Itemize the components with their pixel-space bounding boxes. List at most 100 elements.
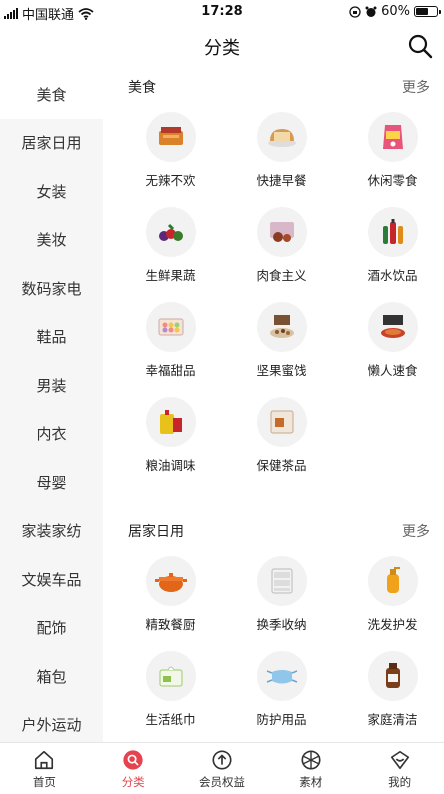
sidebar-item[interactable]: 美食 bbox=[0, 70, 103, 119]
sidebar-item[interactable]: 男装 bbox=[0, 361, 103, 410]
cooking-oil-icon bbox=[145, 397, 196, 447]
sidebar-item-label: 美食 bbox=[36, 85, 67, 104]
category-item[interactable]: 无辣不欢 bbox=[115, 104, 226, 199]
category-item[interactable]: 洗发护发 bbox=[337, 548, 444, 643]
sidebar-item-label: 文娱车品 bbox=[21, 570, 82, 589]
page-title: 分类 bbox=[204, 38, 240, 59]
material-icon bbox=[301, 750, 321, 770]
status-bar: 中国联通 17:28 60% bbox=[0, 0, 444, 24]
sidebar-item[interactable]: 居家日用 bbox=[0, 119, 103, 168]
category-item[interactable]: 换季收纳 bbox=[226, 548, 337, 643]
sidebar-item-label: 内衣 bbox=[36, 425, 67, 444]
category-item[interactable]: 保健茶品 bbox=[226, 389, 337, 484]
search-icon[interactable] bbox=[406, 32, 434, 60]
sidebar-item[interactable]: 数码家电 bbox=[0, 264, 103, 313]
bottom-tab-bar: 首页 分类 会员权益 素材 我的 bbox=[0, 742, 444, 794]
section-header: 美食 更多 bbox=[103, 70, 444, 104]
category-item-label: 无辣不欢 bbox=[145, 173, 196, 188]
category-icon bbox=[123, 750, 143, 770]
category-item-label: 生活纸巾 bbox=[145, 712, 196, 727]
dessert-icon bbox=[145, 302, 196, 352]
category-item-label: 幸福甜品 bbox=[145, 363, 196, 378]
sidebar-item-label: 数码家电 bbox=[21, 279, 82, 298]
sidebar-item-label: 美妆 bbox=[36, 231, 67, 250]
sidebar-item[interactable]: 文娱车品 bbox=[0, 555, 103, 604]
category-item[interactable]: 酒水饮品 bbox=[337, 199, 444, 294]
category-item[interactable]: 生鲜果蔬 bbox=[115, 199, 226, 294]
tissue-icon bbox=[145, 651, 196, 701]
category-item[interactable]: 肉食主义 bbox=[226, 199, 337, 294]
category-content: 美食 更多 无辣不欢 快捷早餐 休闲零食 生鲜果蔬 肉食主义 酒水饮品 幸福甜品 坚果蜜饯 懒人速食… bbox=[103, 70, 444, 742]
category-item-label: 精致餐厨 bbox=[145, 617, 196, 632]
category-item[interactable]: 粮油调味 bbox=[115, 389, 226, 484]
category-grid: 精致餐厨 换季收纳 洗发护发生活纸巾 防护用品 家庭清洁 bbox=[103, 548, 444, 738]
sidebar-item[interactable]: 母婴 bbox=[0, 458, 103, 507]
rotation-lock-icon bbox=[349, 5, 361, 18]
sidebar-item-label: 居家日用 bbox=[21, 134, 82, 153]
battery-icon bbox=[414, 6, 441, 17]
category-item[interactable]: 懒人速食 bbox=[337, 294, 444, 389]
disinfectant-icon bbox=[367, 651, 418, 701]
tab-profile[interactable]: 我的 bbox=[355, 743, 444, 794]
tab-label: 分类 bbox=[121, 775, 145, 789]
tab-member[interactable]: 会员权益 bbox=[178, 743, 267, 794]
sidebar-item[interactable]: 鞋品 bbox=[0, 313, 103, 362]
category-item[interactable]: 快捷早餐 bbox=[226, 104, 337, 199]
home-icon bbox=[35, 750, 54, 770]
profile-icon bbox=[390, 750, 409, 770]
member-icon bbox=[212, 750, 232, 770]
sidebar-item[interactable]: 内衣 bbox=[0, 410, 103, 459]
section-title: 美食 bbox=[128, 80, 156, 96]
more-link[interactable]: 更多 bbox=[402, 521, 430, 541]
category-item-label: 粮油调味 bbox=[145, 458, 196, 473]
sidebar-item[interactable]: 箱包 bbox=[0, 652, 103, 701]
category-item-label: 快捷早餐 bbox=[256, 173, 307, 188]
category-item[interactable]: 防护用品 bbox=[226, 643, 337, 738]
sidebar-item-label: 鞋品 bbox=[36, 328, 67, 347]
sidebar-item-label: 母婴 bbox=[36, 473, 67, 492]
sidebar-item[interactable]: 家装家纺 bbox=[0, 507, 103, 556]
spicy-snack-icon bbox=[145, 112, 196, 162]
snack-bag-icon bbox=[367, 112, 418, 162]
tab-material[interactable]: 素材 bbox=[266, 743, 355, 794]
tab-category[interactable]: 分类 bbox=[89, 743, 178, 794]
drinks-icon bbox=[367, 207, 418, 257]
storage-drawer-icon bbox=[256, 556, 307, 606]
category-item-label: 懒人速食 bbox=[367, 363, 418, 378]
instant-food-icon bbox=[367, 302, 418, 352]
more-link[interactable]: 更多 bbox=[402, 77, 430, 97]
tab-label: 首页 bbox=[32, 775, 56, 789]
category-item[interactable]: 家庭清洁 bbox=[337, 643, 444, 738]
face-mask-icon bbox=[256, 651, 307, 701]
category-item[interactable]: 坚果蜜饯 bbox=[226, 294, 337, 389]
sidebar-item-label: 配饰 bbox=[36, 619, 67, 638]
tab-label: 会员权益 bbox=[198, 775, 245, 789]
category-item-label: 保健茶品 bbox=[256, 458, 307, 473]
shampoo-icon bbox=[367, 556, 418, 606]
category-item-label: 家庭清洁 bbox=[367, 712, 418, 727]
category-item-label: 洗发护发 bbox=[367, 617, 418, 632]
category-item[interactable]: 生活纸巾 bbox=[115, 643, 226, 738]
sidebar-item[interactable]: 户外运动 bbox=[0, 701, 103, 743]
nuts-icon bbox=[256, 302, 307, 352]
category-item-label: 生鲜果蔬 bbox=[145, 268, 196, 283]
category-item[interactable]: 休闲零食 bbox=[337, 104, 444, 199]
sidebar-item-label: 户外运动 bbox=[21, 716, 82, 735]
category-item-label: 换季收纳 bbox=[256, 617, 307, 632]
category-item-label: 酒水饮品 bbox=[367, 268, 418, 283]
category-item[interactable]: 幸福甜品 bbox=[115, 294, 226, 389]
category-item-label: 休闲零食 bbox=[367, 173, 418, 188]
tea-icon bbox=[256, 397, 307, 447]
tab-home[interactable]: 首页 bbox=[0, 743, 89, 794]
category-item[interactable]: 精致餐厨 bbox=[115, 548, 226, 643]
cooking-pot-icon bbox=[145, 556, 196, 606]
sidebar-item[interactable]: 女装 bbox=[0, 167, 103, 216]
section-header: 居家日用 更多 bbox=[103, 514, 444, 548]
sidebar-item-label: 箱包 bbox=[36, 667, 67, 686]
sidebar-item[interactable]: 配饰 bbox=[0, 604, 103, 653]
title-bar: 分类 bbox=[0, 24, 444, 68]
tab-label: 素材 bbox=[299, 775, 323, 789]
sidebar-item[interactable]: 美妆 bbox=[0, 216, 103, 265]
category-item-label: 坚果蜜饯 bbox=[256, 363, 307, 378]
bread-icon bbox=[256, 112, 307, 162]
